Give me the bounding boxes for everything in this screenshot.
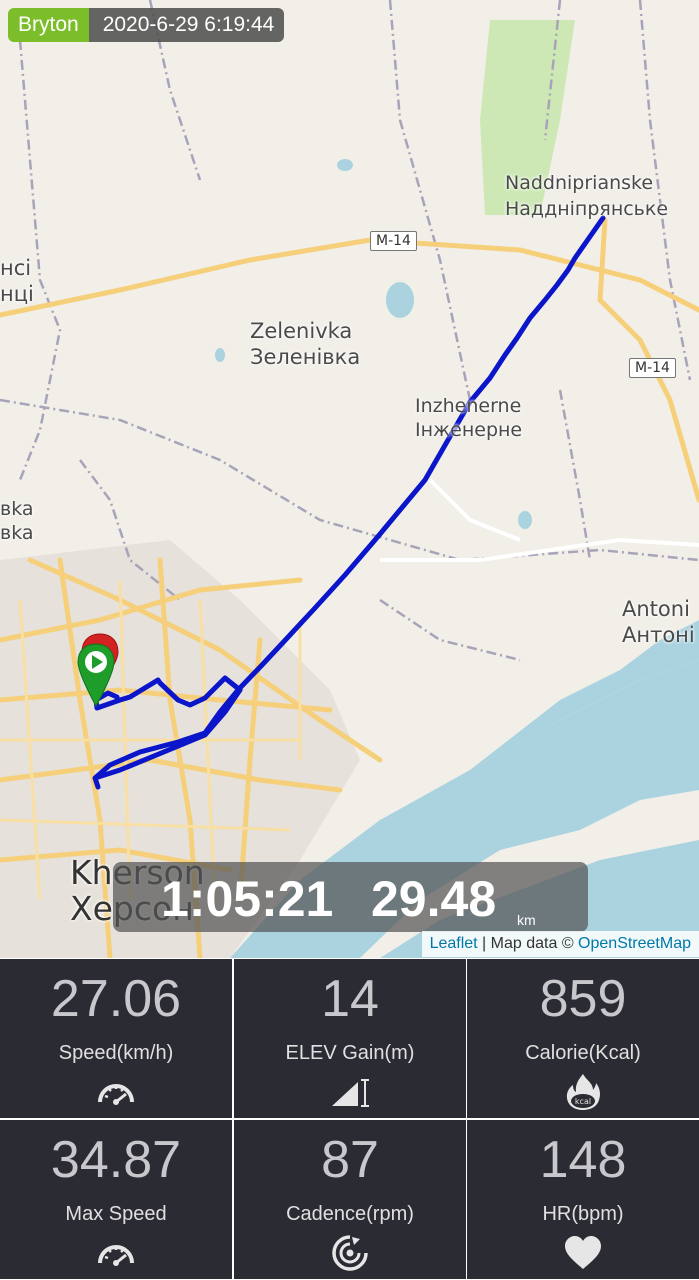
distance-unit: km [517,912,536,928]
stat-value: 27.06 [50,970,182,1028]
place-label-inzhenerne: Inzhenerne Інженерне [415,395,523,441]
road-shield-m14: M-14 [370,231,417,251]
device-timestamp-badge: Bryton 2020-6-29 6:19:44 [8,8,285,42]
stat-max-speed: 34.87 Max Speed [0,1120,232,1279]
stat-heart-rate: 148 HR(bpm) [467,1120,699,1279]
total-distance: 29.48 [371,871,497,927]
heart-icon [565,1236,601,1269]
map-attribution: Leaflet | Map data © OpenStreetMap [421,931,699,957]
stat-value: 87 [321,1131,379,1189]
elevation-icon [332,1079,369,1107]
activity-screen: Naddniprianske Наддніпрянське Zelenivka … [0,0,699,1280]
stat-label: Max Speed [65,1203,167,1225]
stat-calorie: 859 Calorie(Kcal) kcal [467,959,699,1118]
stats-grid: 27.06 Speed(km/h) 14 ELEV Gain(m) 859 Ca… [0,958,699,1280]
attribution-text: | Map data © [477,935,579,952]
stat-cadence: 87 Cadence(rpm) [234,1120,466,1279]
route-map[interactable]: Naddniprianske Наддніпрянське Zelenivka … [0,0,699,958]
stat-label: Cadence(rpm) [286,1203,414,1225]
activity-timestamp: 2020-6-29 6:19:44 [88,8,285,42]
brand-label: Bryton [8,8,89,42]
stat-value: 148 [539,1131,627,1189]
elapsed-time: 1:05:21 [161,871,334,927]
stat-value: 859 [539,970,627,1028]
speedometer-icon [98,1084,134,1105]
stat-label: HR(bpm) [542,1203,624,1225]
stat-speed: 27.06 Speed(km/h) [0,959,232,1118]
cadence-icon [332,1235,368,1271]
stat-label: Calorie(Kcal) [525,1042,641,1064]
stat-label: Speed(km/h) [58,1042,174,1064]
place-label-left-cut-2: вka вka [0,498,34,544]
flame-kcal-icon: kcal [566,1074,600,1110]
leaflet-link[interactable]: Leaflet [430,935,478,952]
place-label-naddnipryanske: Naddniprianske Наддніпрянське [505,172,669,220]
road-shield-m14: M-14 [629,358,676,378]
stat-elev-gain: 14 ELEV Gain(m) [234,959,466,1118]
place-label-antonivka: Antoni Антоні [622,597,695,647]
stat-value: 14 [321,970,379,1028]
place-label-zelenivka: Zelenivka Зеленівка [250,319,361,369]
place-label-left-cut: нсі нці [0,256,34,306]
map-tiles [0,0,699,958]
speedometer-icon [98,1245,134,1266]
svg-text:kcal: kcal [575,1097,591,1106]
openstreetmap-link[interactable]: OpenStreetMap [578,935,691,952]
summary-overlay: 1:05:21 29.48 km [113,862,588,932]
stat-label: ELEV Gain(m) [285,1042,415,1064]
stat-value: 34.87 [50,1131,182,1189]
